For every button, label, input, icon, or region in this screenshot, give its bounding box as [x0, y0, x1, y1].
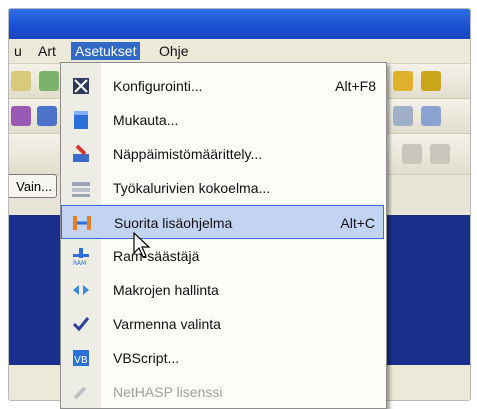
disabled-tool-icon-2	[430, 144, 450, 164]
menu-item-konfigurointi[interactable]: Konfigurointi... Alt+F8	[61, 69, 384, 103]
title-bar	[9, 9, 470, 39]
menu-item-label: Työkalurivien kokoelma...	[113, 180, 271, 196]
view-tool-icon[interactable]	[393, 106, 413, 126]
toolbar-collection-icon	[72, 182, 90, 197]
menu-item-asetukset[interactable]: Asetukset	[71, 42, 141, 60]
menu-item-nethasp: NetHASP lisenssi	[61, 375, 384, 409]
run-addin-icon	[73, 216, 91, 230]
customize-icon	[74, 111, 88, 129]
menu-item-ohje[interactable]: Ohje	[155, 42, 193, 60]
menu-item-art[interactable]: Art	[34, 42, 60, 60]
menu-item-label: NetHASP lisenssi	[113, 384, 223, 400]
menu-item-label: Varmenna valinta	[113, 316, 221, 332]
svg-text:VB: VB	[74, 355, 88, 366]
menu-item-label: Konfigurointi...	[113, 78, 203, 94]
menu-item-shortcut: Alt+C	[340, 215, 375, 231]
vbscript-icon: VB	[73, 350, 89, 366]
asetukset-dropdown: Konfigurointi... Alt+F8 Mukauta... Näppä…	[60, 62, 387, 409]
menu-item-varmenna[interactable]: Varmenna valinta	[61, 307, 384, 341]
menu-item-makrot[interactable]: Makrojen hallinta	[61, 273, 384, 307]
menu-item-ram-saastaja[interactable]: RAM Ram-säästäjä	[61, 239, 384, 273]
menu-item-tyokalurivit[interactable]: Työkalurivien kokoelma...	[61, 171, 384, 205]
grid-tool-icon[interactable]	[37, 106, 57, 126]
menu-item-nappaimisto[interactable]: Näppäimistömäärittely...	[61, 137, 384, 171]
configure-icon	[73, 78, 89, 94]
menu-bar: u Art Asetukset Ohje	[9, 39, 470, 64]
macro-manager-icon	[73, 285, 89, 295]
nethasp-license-icon	[73, 386, 87, 400]
menu-item-label: Makrojen hallinta	[113, 282, 219, 298]
svg-text:RAM: RAM	[73, 260, 86, 266]
keyboard-mapping-icon	[73, 144, 89, 162]
menu-item-label: Mukauta...	[113, 112, 179, 128]
arrow-tool-icon[interactable]	[11, 106, 31, 126]
menu-item-vbscript[interactable]: VB VBScript...	[61, 341, 384, 375]
menu-item-label: Ram-säästäjä	[113, 248, 200, 264]
menu-item-label: Suorita lisäohjelma	[114, 215, 233, 231]
cube-tool-icon[interactable]	[39, 71, 59, 91]
vain-button[interactable]: Vain...	[9, 174, 57, 198]
menu-item-label: Näppäimistömäärittely...	[113, 146, 263, 162]
image-tool-icon[interactable]	[421, 106, 441, 126]
pencil-tool-icon[interactable]	[393, 71, 413, 91]
menu-item-label: VBScript...	[113, 350, 180, 366]
menu-item-u[interactable]: u	[10, 42, 26, 60]
shape-tool-icon[interactable]	[11, 71, 31, 91]
menu-item-mukauta[interactable]: Mukauta...	[61, 103, 384, 137]
mouse-cursor-icon	[133, 232, 151, 258]
verify-selection-icon	[72, 317, 90, 332]
disabled-tool-icon	[402, 144, 422, 164]
menu-item-shortcut: Alt+F8	[335, 78, 376, 94]
ram-saver-icon: RAM	[73, 248, 89, 266]
wand-tool-icon[interactable]	[421, 71, 441, 91]
menu-item-suorita-lisaohjelma[interactable]: Suorita lisäohjelma Alt+C	[61, 205, 384, 239]
